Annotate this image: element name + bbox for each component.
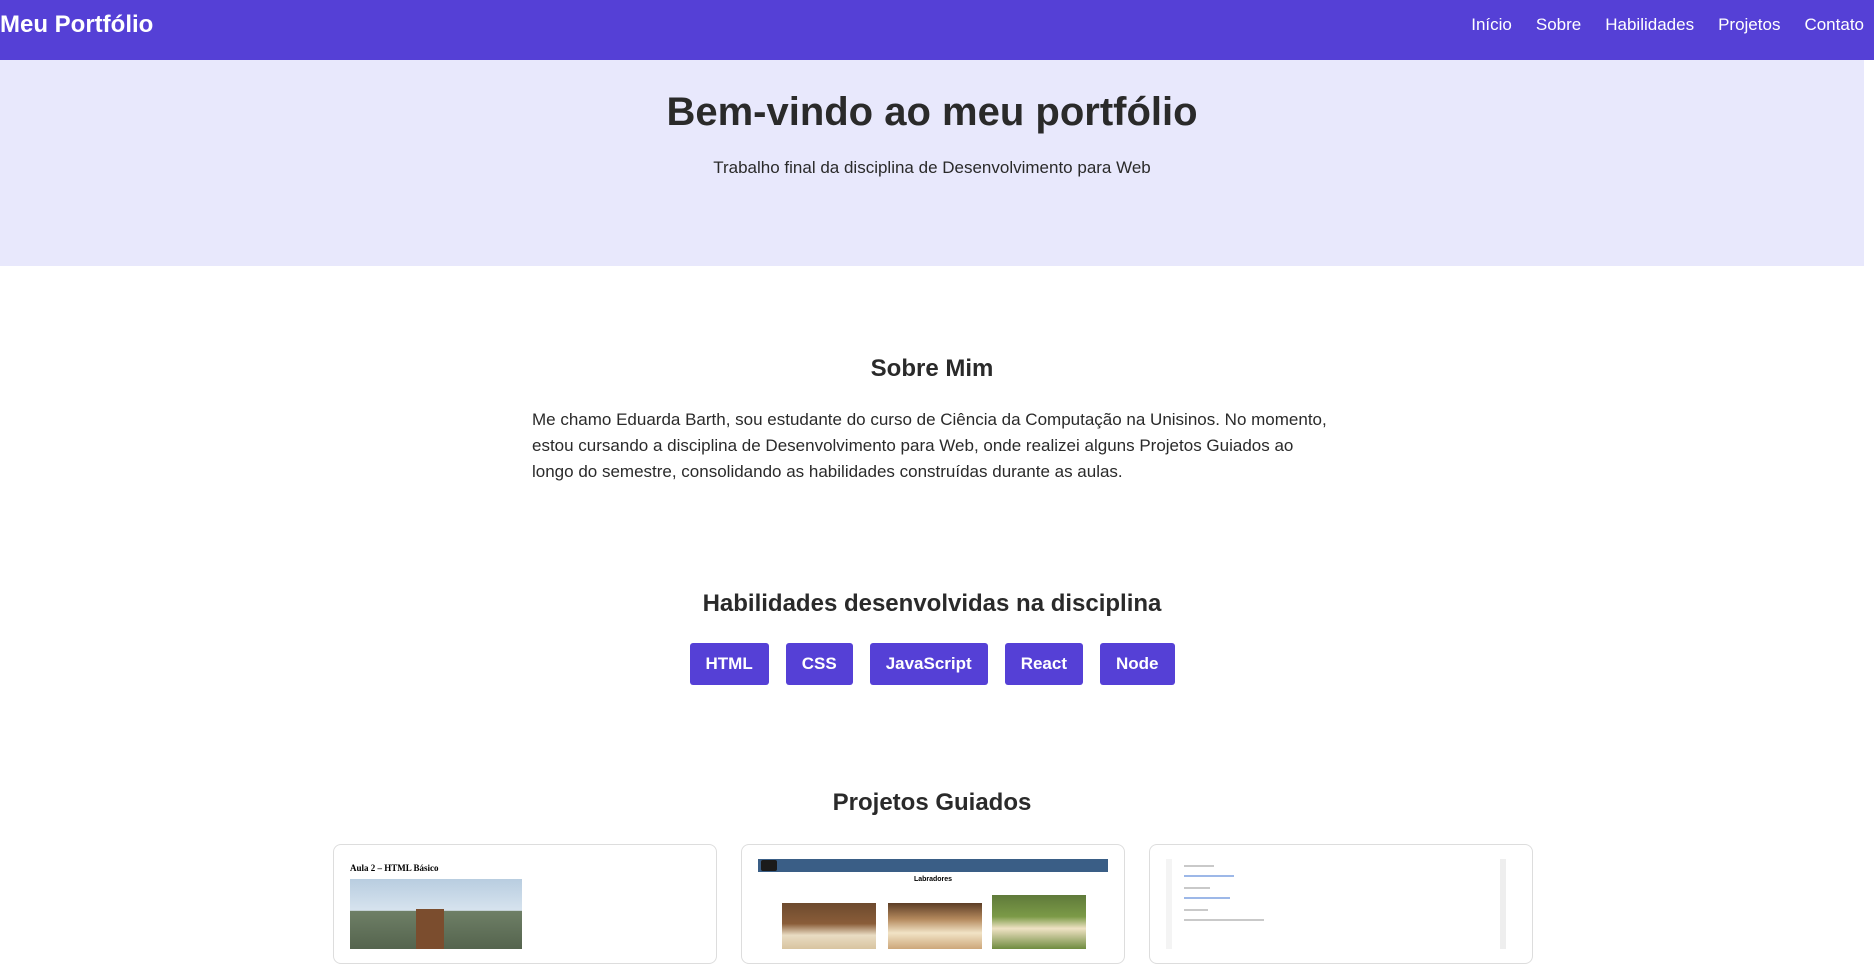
skill-badge-react: React	[1004, 643, 1083, 685]
projects-title: Projetos Guiados	[832, 789, 1032, 816]
dog-photo-3	[992, 895, 1086, 949]
hero-subtitle: Trabalho final da disciplina de Desenvol…	[713, 158, 1151, 177]
project-card-1[interactable]: Aula 2 – HTML Básico	[333, 844, 717, 964]
nav-links: Início Sobre Habilidades Projetos Contat…	[1471, 15, 1864, 35]
form-label-line	[1184, 909, 1208, 911]
project-thumbnail-html-basico: Aula 2 – HTML Básico	[350, 859, 700, 949]
dog-photo-2	[888, 903, 982, 949]
form-screenshot	[1166, 859, 1506, 949]
hero-title: Bem-vindo ao meu portfólio	[666, 90, 1198, 134]
project-card-2[interactable]: Labradores	[741, 844, 1125, 964]
skill-badge-html: HTML	[689, 643, 769, 685]
form-input-line	[1184, 919, 1264, 921]
project-card-3[interactable]	[1149, 844, 1533, 964]
skills-list: HTML CSS JavaScript React Node	[0, 643, 1864, 685]
project-cards: Aula 2 – HTML Básico Labradores	[333, 844, 1533, 964]
nav-link-habilidades[interactable]: Habilidades	[1605, 15, 1694, 35]
nav-link-inicio[interactable]: Início	[1471, 15, 1512, 35]
building-shape	[416, 909, 444, 949]
project-thumbnail-form	[1166, 859, 1516, 949]
form-label-line	[1184, 887, 1210, 889]
form-input-line	[1184, 875, 1234, 877]
skills-title: Habilidades desenvolvidas na disciplina	[702, 590, 1162, 617]
form-label-line	[1184, 865, 1214, 867]
form-input-line	[1184, 897, 1230, 899]
skill-badge-css: CSS	[785, 643, 853, 685]
dog-photo-1	[782, 903, 876, 949]
hero-section: Bem-vindo ao meu portfólio Trabalho fina…	[0, 60, 1864, 266]
skill-badge-javascript: JavaScript	[869, 643, 988, 685]
thumbnail-title: Aula 2 – HTML Básico	[350, 863, 439, 873]
thumbnail-logo	[761, 860, 777, 871]
navbar: Meu Portfólio Início Sobre Habilidades P…	[0, 0, 1874, 60]
brand-logo-text[interactable]: Meu Portfólio	[0, 11, 153, 39]
about-text: Me chamo Eduarda Barth, sou estudante do…	[532, 410, 1327, 481]
nav-link-projetos[interactable]: Projetos	[1718, 15, 1780, 35]
project-thumbnail-labradores: Labradores	[758, 859, 1108, 949]
nav-link-contato[interactable]: Contato	[1804, 15, 1864, 35]
skill-badge-node: Node	[1100, 643, 1175, 685]
thumbnail-title: Labradores	[913, 876, 953, 883]
thumbnail-navbar	[758, 859, 1108, 872]
about-title: Sobre Mim	[870, 355, 994, 382]
nav-link-sobre[interactable]: Sobre	[1536, 15, 1581, 35]
